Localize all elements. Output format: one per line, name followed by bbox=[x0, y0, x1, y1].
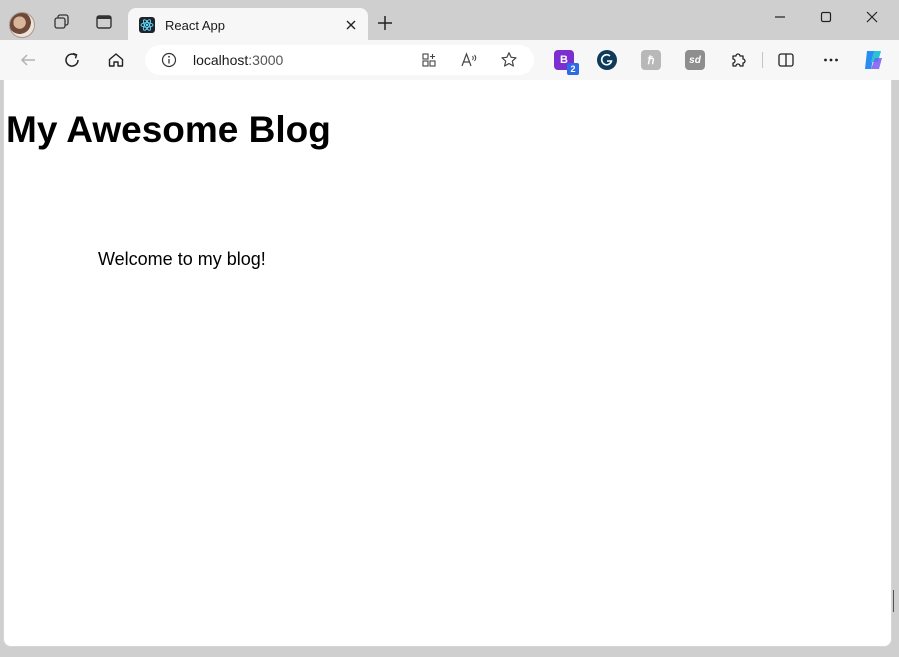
tab-strip: React App bbox=[0, 0, 899, 42]
extensions-button[interactable] bbox=[728, 50, 748, 70]
maximize-button[interactable] bbox=[803, 0, 849, 34]
profile-avatar[interactable] bbox=[9, 12, 35, 38]
minimize-icon bbox=[775, 16, 785, 18]
close-window-button[interactable] bbox=[849, 0, 895, 34]
extension-gray-icon: ℏ bbox=[647, 54, 655, 67]
extension-sd-button[interactable]: sd bbox=[685, 50, 705, 70]
star-icon bbox=[501, 52, 517, 67]
refresh-button[interactable] bbox=[58, 46, 86, 74]
copilot-icon bbox=[865, 51, 882, 69]
settings-more-button[interactable] bbox=[821, 50, 841, 70]
new-tab-button[interactable] bbox=[373, 11, 397, 35]
split-screen-icon bbox=[778, 53, 794, 67]
page-title: My Awesome Blog bbox=[6, 109, 331, 150]
favorite-button[interactable] bbox=[499, 50, 519, 70]
url-port: :3000 bbox=[248, 52, 284, 68]
workspaces-icon bbox=[54, 14, 69, 29]
extension-sd-icon: sd bbox=[689, 54, 701, 66]
tab-close-button[interactable] bbox=[342, 16, 360, 34]
close-icon bbox=[866, 11, 878, 23]
extension-badge: 2 bbox=[567, 63, 579, 75]
tab-actions-button[interactable] bbox=[90, 8, 118, 36]
split-screen-button[interactable] bbox=[776, 50, 796, 70]
extension-gray-button[interactable]: ℏ bbox=[641, 50, 661, 70]
tab-react-app[interactable]: React App bbox=[128, 8, 368, 42]
workspaces-button[interactable] bbox=[48, 8, 76, 36]
extension-swirl-icon bbox=[600, 53, 613, 66]
home-icon bbox=[108, 53, 124, 67]
extension-purple-button[interactable]: B 2 bbox=[554, 50, 579, 75]
plus-icon bbox=[378, 16, 392, 30]
url-host: localhost bbox=[193, 52, 249, 68]
maximize-icon bbox=[820, 11, 832, 23]
read-aloud-button[interactable] bbox=[459, 50, 479, 70]
back-button[interactable] bbox=[14, 46, 42, 74]
browser-toolbar: localhost:3000 B 2 ℏ sd bbox=[0, 40, 899, 80]
window-edge-divider bbox=[893, 590, 899, 612]
address-bar[interactable]: localhost:3000 bbox=[145, 45, 534, 75]
app-available-button[interactable] bbox=[419, 50, 439, 70]
copilot-button[interactable] bbox=[861, 48, 885, 72]
close-icon bbox=[346, 20, 356, 30]
react-favicon-icon bbox=[139, 17, 155, 33]
minimize-button[interactable] bbox=[757, 0, 803, 34]
more-horizontal-icon bbox=[824, 58, 838, 62]
extension-dark-button[interactable] bbox=[597, 50, 617, 70]
toolbar-separator bbox=[762, 52, 763, 68]
refresh-icon bbox=[65, 52, 79, 67]
tab-title: React App bbox=[165, 17, 225, 33]
info-icon[interactable] bbox=[161, 52, 177, 68]
read-aloud-icon bbox=[461, 52, 477, 67]
puzzle-icon bbox=[732, 53, 746, 67]
app-grid-icon bbox=[422, 53, 436, 67]
welcome-text: Welcome to my blog! bbox=[98, 249, 266, 269]
url-text[interactable]: localhost:3000 bbox=[193, 52, 283, 68]
home-button[interactable] bbox=[102, 46, 130, 74]
browser-window: React App localhost:3000 B 2 ℏ sd My Awe… bbox=[0, 0, 899, 657]
page-viewport: My Awesome Blog Welcome to my blog! bbox=[3, 80, 892, 647]
arrow-left-icon bbox=[20, 54, 35, 66]
tab-actions-icon bbox=[96, 15, 112, 29]
